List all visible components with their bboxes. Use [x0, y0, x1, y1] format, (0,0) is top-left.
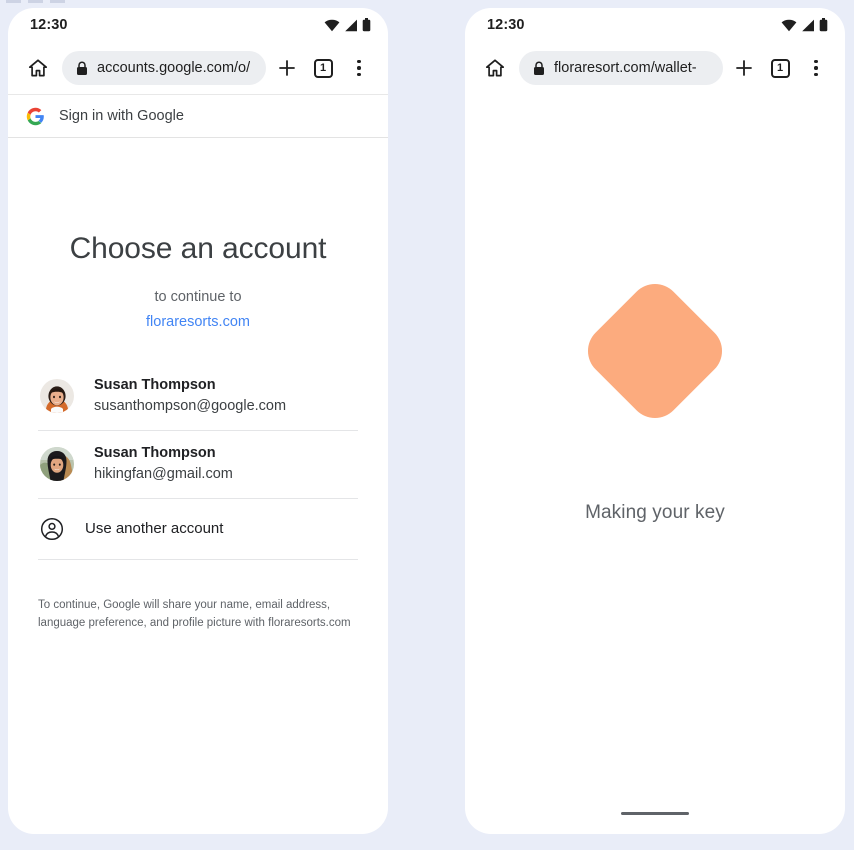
browser-menu-button-right[interactable] [801, 53, 831, 83]
artifact-dash [28, 0, 43, 3]
consent-disclaimer: To continue, Google will share your name… [38, 598, 351, 630]
tab-switcher-button-right[interactable]: 1 [765, 53, 795, 83]
tab-switcher-button-left[interactable]: 1 [308, 53, 338, 83]
battery-icon [819, 18, 828, 32]
wifi-icon [324, 19, 340, 31]
url-bar-left[interactable]: accounts.google.com/o/ [62, 51, 266, 85]
url-text-left: accounts.google.com/o/ [97, 60, 251, 76]
kebab-menu-icon [814, 59, 818, 77]
home-button-left[interactable] [24, 54, 52, 82]
tab-count-badge-left: 1 [313, 58, 333, 78]
account-row-1[interactable]: Susan Thompson hikingfan@gmail.com [38, 431, 358, 499]
sign-in-with-google-label: Sign in with Google [59, 108, 184, 124]
status-bar-right: 12:30 [465, 8, 845, 42]
page-title: Choose an account [69, 232, 327, 265]
account-name-0: Susan Thompson [94, 377, 216, 393]
tab-count-badge-right: 1 [770, 58, 790, 78]
status-time-right: 12:30 [487, 17, 525, 33]
artifact-dash [50, 0, 65, 3]
making-key-pane: Making your key [465, 94, 845, 834]
signal-icon [802, 19, 814, 31]
person-circle-icon [40, 517, 64, 540]
home-icon [28, 59, 48, 77]
home-icon [485, 59, 505, 77]
browser-menu-button-left[interactable] [344, 53, 374, 83]
cropped-top-artifact [6, 0, 65, 3]
wifi-icon [781, 19, 797, 31]
account-name-1: Susan Thompson [94, 444, 216, 461]
home-button-right[interactable] [481, 54, 509, 82]
home-indicator-bar[interactable] [621, 811, 689, 815]
lock-icon [77, 61, 87, 75]
lock-icon [534, 61, 544, 75]
account-row-0[interactable]: Susan Thompson susanthompson@google.com [38, 363, 358, 431]
avatar-susan-gmail [40, 447, 74, 482]
kebab-menu-icon [357, 59, 361, 77]
status-icon-group [324, 18, 371, 32]
url-bar-right[interactable]: floraresort.com/wallet- [519, 51, 723, 85]
browser-toolbar-left: accounts.google.com/o/ 1 [8, 42, 388, 94]
status-icon-group-right [781, 18, 828, 32]
new-tab-button-right[interactable] [729, 53, 759, 83]
plus-icon [279, 60, 295, 76]
account-text-1: Susan Thompson hikingfan@gmail.com [94, 443, 233, 486]
phone-right: 12:30 floraresort.com/wallet- 1 Making y… [465, 8, 845, 834]
making-key-status-text: Making your key [585, 502, 725, 523]
signal-icon [345, 19, 357, 31]
google-g-icon [26, 107, 44, 125]
key-diamond-shape [577, 273, 733, 429]
browser-toolbar-right: floraresort.com/wallet- 1 [465, 42, 845, 94]
account-list: Susan Thompson susanthompson@google.com [38, 363, 358, 560]
artifact-dash [6, 0, 21, 3]
status-time: 12:30 [30, 17, 68, 33]
account-chooser: Choose an account to continue to florare… [8, 232, 388, 633]
status-bar-left: 12:30 [8, 8, 388, 42]
avatar-susan-google [40, 379, 74, 414]
target-domain-link[interactable]: floraresorts.com [38, 314, 358, 330]
account-text-0: Susan Thompson susanthompson@google.com [94, 375, 286, 418]
new-tab-button-left[interactable] [272, 53, 302, 83]
use-another-account-row[interactable]: Use another account [38, 499, 358, 560]
sign-in-with-google-header: Sign in with Google [8, 94, 388, 138]
account-email-1: hikingfan@gmail.com [94, 465, 233, 482]
continue-to-label: to continue to [154, 289, 242, 305]
phone-left: 12:30 accounts.google.com/o/ 1 Sign in w… [8, 8, 388, 834]
plus-icon [736, 60, 752, 76]
use-another-account-label: Use another account [85, 520, 224, 538]
url-text-right: floraresort.com/wallet- [554, 60, 697, 76]
battery-icon [362, 18, 371, 32]
account-email-0: susanthompson@google.com [94, 398, 287, 415]
